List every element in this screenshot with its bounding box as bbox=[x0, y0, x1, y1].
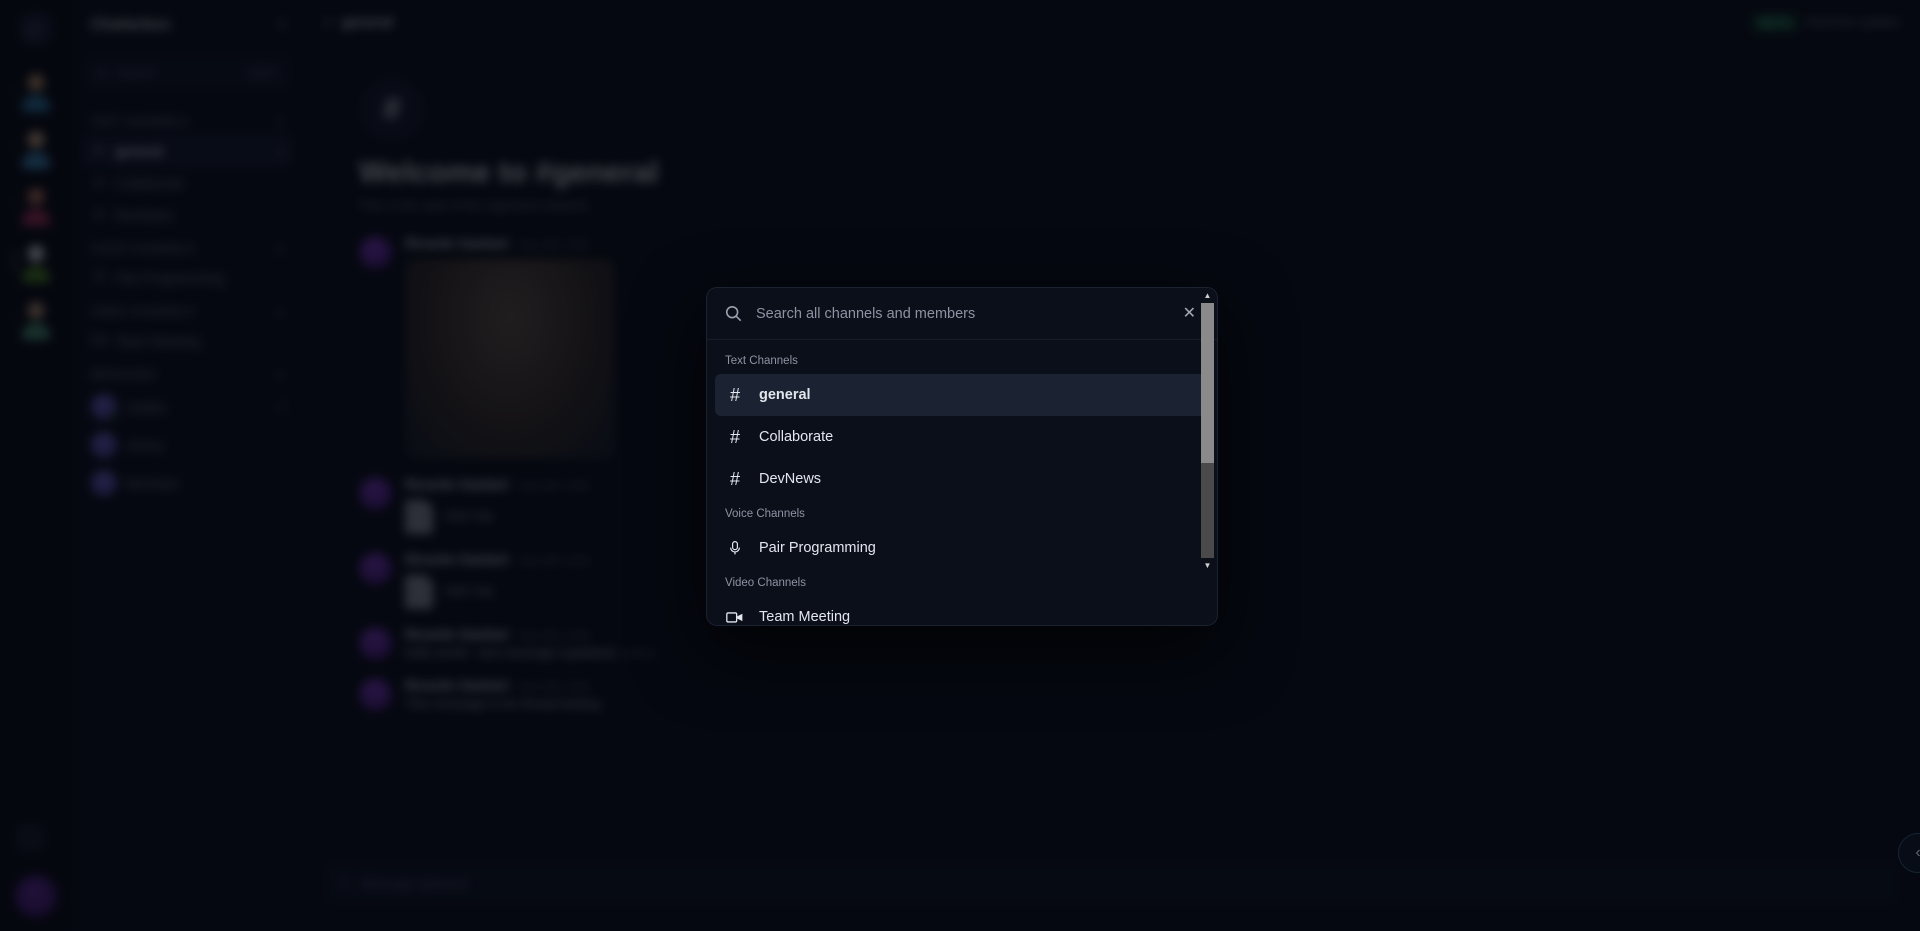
video-camera-icon bbox=[725, 609, 745, 625]
search-modal: ✕ Text Channels # general # Collaborate # DevN… bbox=[706, 287, 1218, 626]
scroll-up-arrow-icon[interactable]: ▲ bbox=[1201, 288, 1214, 303]
modal-search-bar: ✕ bbox=[707, 288, 1217, 340]
result-item-label: DevNews bbox=[759, 471, 822, 487]
result-item-label: Pair Programming bbox=[759, 540, 876, 556]
result-item-label: Team Meeting bbox=[759, 609, 851, 625]
microphone-icon bbox=[725, 540, 745, 556]
hash-icon: # bbox=[729, 468, 740, 489]
result-item-pair-programming[interactable]: Pair Programming bbox=[715, 527, 1209, 569]
scroll-down-arrow-icon[interactable]: ▼ bbox=[1201, 558, 1214, 573]
app-root: Chatterbox ▾ Search Ctrl K TEXT CHANNELS… bbox=[0, 0, 1920, 931]
result-group-label: Text Channels bbox=[725, 355, 798, 367]
result-item-general[interactable]: # general bbox=[715, 374, 1209, 416]
scrollbar-thumb[interactable] bbox=[1201, 303, 1214, 463]
result-item-label: Collaborate bbox=[759, 429, 834, 445]
result-item-collaborate[interactable]: # Collaborate bbox=[715, 416, 1209, 458]
hash-icon: # bbox=[729, 426, 740, 447]
hash-icon: # bbox=[729, 384, 740, 405]
search-icon bbox=[725, 305, 742, 322]
close-icon[interactable]: ✕ bbox=[1179, 302, 1200, 326]
scrollbar-thumb-secondary[interactable] bbox=[1201, 463, 1214, 558]
search-input[interactable] bbox=[756, 305, 1166, 322]
result-group-label: Voice Channels bbox=[725, 508, 805, 520]
result-group-label: Video Channels bbox=[725, 577, 806, 589]
results-scrollbar[interactable]: ▲ ▼ bbox=[1201, 288, 1214, 573]
result-item-team-meeting[interactable]: Team Meeting bbox=[715, 596, 1209, 625]
search-results[interactable]: Text Channels # general # Collaborate # DevNew… bbox=[707, 340, 1217, 625]
result-item-label: general bbox=[759, 387, 811, 403]
result-item-devnews[interactable]: # DevNews bbox=[715, 458, 1209, 500]
